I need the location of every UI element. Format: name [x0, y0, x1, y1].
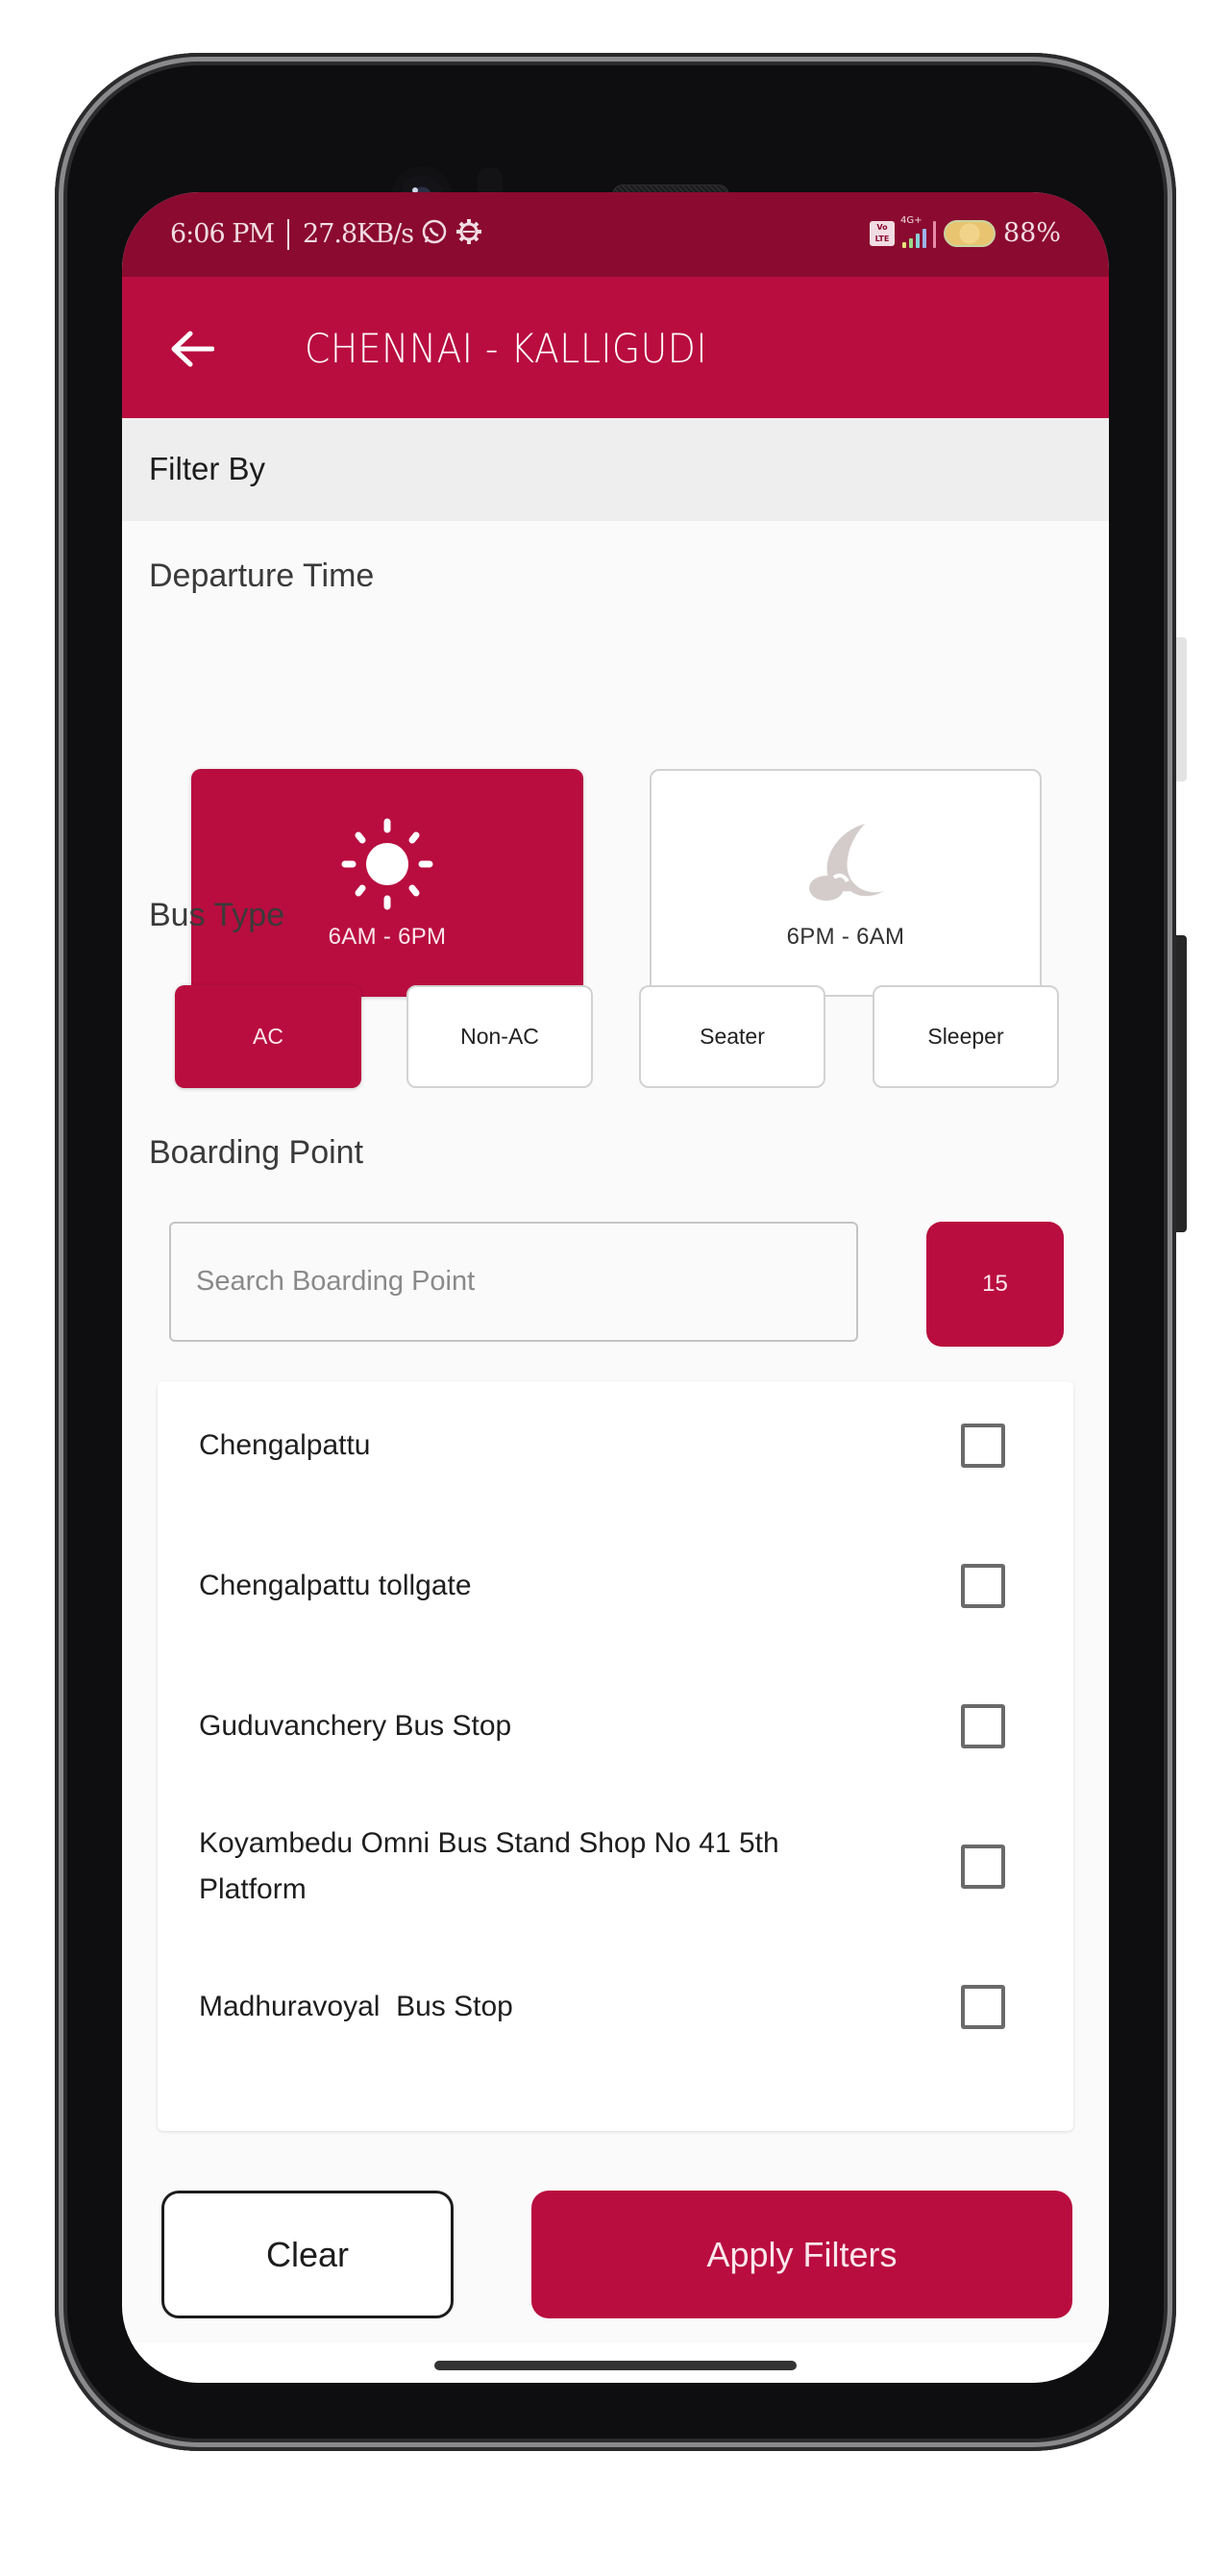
status-separator [287, 218, 290, 250]
list-item[interactable]: Madhuravoyal Bus Stop [158, 1949, 1073, 2065]
checkbox[interactable] [961, 1704, 1005, 1748]
checkbox[interactable] [961, 1845, 1005, 1889]
home-indicator[interactable] [434, 2361, 797, 2370]
page-title: CHENNAI - KALLIGUDI [305, 325, 707, 372]
apply-filters-button[interactable]: Apply Filters [531, 2191, 1072, 2318]
moon-icon [809, 823, 884, 901]
battery-charging-icon [943, 219, 996, 247]
sun-icon [341, 818, 433, 909]
bus-type-sleeper[interactable]: Sleeper [873, 985, 1059, 1088]
phone-screen: 6:06 PM 27.8KB/s Vo LTE 4G+ 88% CHENNAI … [122, 192, 1109, 2383]
whatsapp-icon [421, 218, 448, 250]
filter-header: Filter By [122, 418, 1109, 521]
boarding-point-label: Boarding Point [149, 1134, 364, 1171]
checkbox[interactable] [961, 1985, 1005, 2029]
bus-type-seater[interactable]: Seater [639, 985, 825, 1088]
boarding-point-count-badge[interactable]: 15 [926, 1222, 1064, 1347]
filter-header-label: Filter By [149, 451, 266, 486]
status-time: 6:06 PM [170, 219, 275, 249]
list-item[interactable]: Chengalpattu [158, 1388, 1073, 1503]
list-item[interactable]: Guduvanchery Bus Stop [158, 1669, 1073, 1784]
list-item[interactable]: Chengalpattu tollgate [158, 1528, 1073, 1644]
boarding-point-name: Chengalpattu [199, 1429, 371, 1461]
boarding-point-name: Madhuravoyal Bus Stop [199, 1991, 513, 2022]
app-bar: CHENNAI - KALLIGUDI [122, 277, 1109, 418]
departure-option-day-label: 6AM - 6PM [328, 923, 447, 950]
arrow-left-icon [171, 331, 215, 367]
signal-4g-plus-icon: 4G+ [900, 215, 936, 248]
power-button [1176, 935, 1187, 1232]
side-button-top [1176, 637, 1187, 781]
departure-option-day[interactable]: 6AM - 6PM [191, 769, 583, 997]
boarding-point-search-input[interactable]: Search Boarding Point [169, 1222, 858, 1342]
settings-gear-icon [455, 218, 482, 250]
departure-time-label: Departure Time [149, 557, 375, 594]
clear-button[interactable]: Clear [161, 2191, 454, 2318]
network-type: 4G+ [899, 214, 922, 226]
boarding-point-name: Chengalpattu tollgate [199, 1570, 472, 1601]
volte-icon: Vo LTE [869, 220, 895, 246]
bus-type-label: Bus Type [149, 897, 285, 933]
back-button[interactable] [170, 330, 215, 368]
list-item[interactable]: Koyambedu Omni Bus Stand Shop No 41 5th … [158, 1809, 1073, 1924]
status-bar: 6:06 PM 27.8KB/s Vo LTE 4G+ 88% [122, 192, 1109, 277]
bus-type-ac[interactable]: AC [175, 985, 361, 1088]
checkbox[interactable] [961, 1424, 1005, 1468]
boarding-point-list: Chengalpattu Chengalpattu tollgate Guduv… [158, 1381, 1073, 2131]
departure-option-night[interactable]: 6PM - 6AM [650, 769, 1042, 997]
bus-type-non-ac[interactable]: Non-AC [406, 985, 593, 1088]
status-net-speed: 27.8KB/s [303, 219, 414, 249]
boarding-point-name: Guduvanchery Bus Stop [199, 1710, 512, 1742]
checkbox[interactable] [961, 1564, 1005, 1608]
battery-level: 88% [1002, 218, 1061, 248]
boarding-point-name: Koyambedu Omni Bus Stand Shop No 41 5th … [199, 1827, 788, 1905]
departure-option-night-label: 6PM - 6AM [786, 923, 905, 950]
